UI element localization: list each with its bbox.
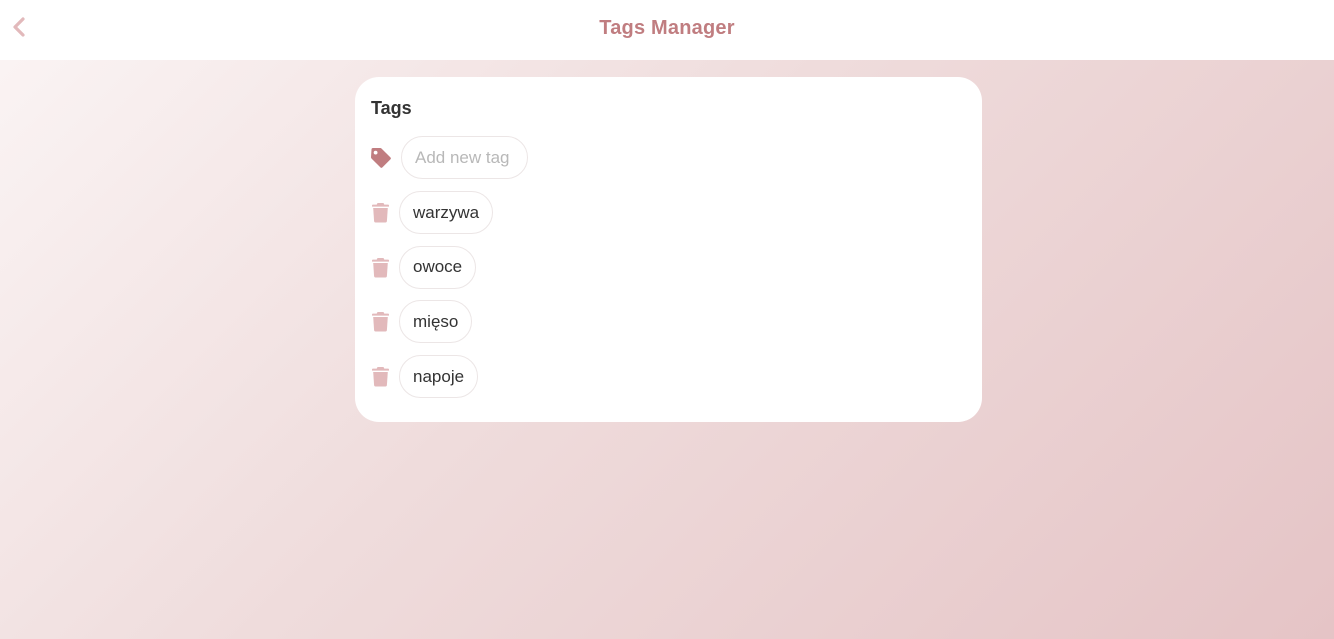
delete-tag-button[interactable] xyxy=(371,202,389,224)
tag-item: owoce xyxy=(371,245,966,289)
tag-item: napoje xyxy=(371,355,966,399)
back-button[interactable] xyxy=(6,12,32,42)
app-header: Tags Manager xyxy=(0,0,1334,60)
delete-tag-button[interactable] xyxy=(371,366,389,388)
trash-icon xyxy=(371,203,389,223)
tag-chip[interactable]: owoce xyxy=(399,245,477,289)
page-title: Tags Manager xyxy=(599,16,735,39)
add-tag-input[interactable] xyxy=(401,136,528,179)
tags-card: Tags warzywa xyxy=(355,77,982,422)
card-title: Tags xyxy=(371,98,412,118)
trash-icon xyxy=(371,257,389,278)
tag-list: warzywa owoce mięso napoje xyxy=(371,191,966,399)
tag-item: mięso xyxy=(371,300,966,344)
tag-chip[interactable]: napoje xyxy=(399,355,479,399)
tag-chip[interactable]: mięso xyxy=(399,300,473,344)
add-tag-row xyxy=(371,136,966,179)
tag-item: warzywa xyxy=(371,191,966,234)
chevron-left-icon xyxy=(13,17,25,37)
tag-chip[interactable]: warzywa xyxy=(399,191,494,234)
delete-tag-button[interactable] xyxy=(371,311,389,333)
delete-tag-button[interactable] xyxy=(371,256,389,278)
trash-icon xyxy=(371,367,389,387)
trash-icon xyxy=(371,312,389,332)
tag-icon xyxy=(370,147,392,169)
